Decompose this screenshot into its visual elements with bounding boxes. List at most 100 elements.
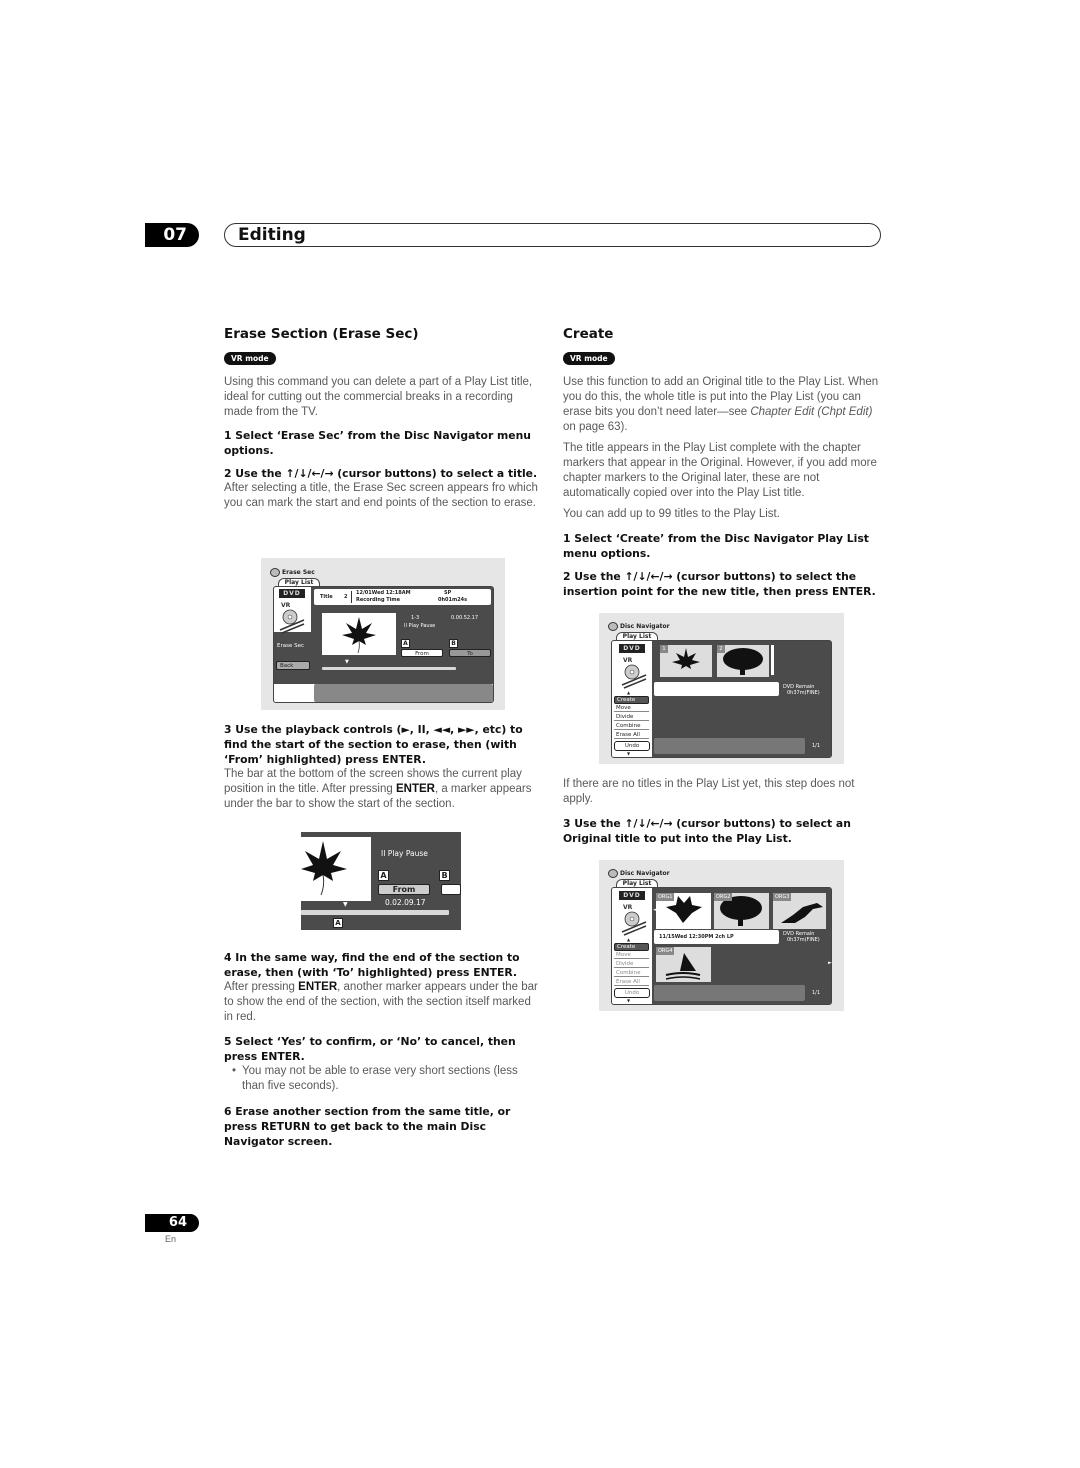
svg-text:VR: VR (623, 904, 633, 911)
cross-reference: Chapter Edit (Chpt Edit) (750, 406, 873, 418)
section-heading: Erase Section (Erase Sec) (224, 326, 419, 342)
intro-text: Use this function to add an Original tit… (563, 375, 879, 435)
original-thumbnail-4[interactable]: ORG4 (656, 947, 711, 982)
original-thumbnail-3[interactable]: ORG3 (773, 893, 826, 929)
marker-b: B (439, 870, 450, 881)
scroll-right-icon[interactable]: ► (828, 960, 832, 966)
thumbnail-label: ORG3 (773, 893, 792, 901)
timecode: 0.02.09.17 (385, 898, 426, 907)
disc-navigator-screen-1: Disc Navigator Play List DVD VR 1 2 DVD … (599, 613, 844, 764)
from-button[interactable]: From (378, 884, 430, 895)
scroll-down-icon[interactable]: ▼ (627, 751, 630, 756)
step-2-note: If there are no titles in the Play List … (563, 778, 855, 805)
scroll-up-icon[interactable]: ▲ (627, 690, 630, 695)
marker-a: A (401, 639, 410, 648)
playlist-thumbnail-2[interactable]: 2 (717, 645, 769, 677)
page-indicator: 1/1 (812, 990, 821, 996)
step-2: 2 Use the ↑/↓/←/→ (cursor buttons) to se… (224, 467, 538, 480)
menu-item-create[interactable]: Create (614, 943, 649, 951)
video-thumbnail (322, 613, 396, 655)
vr-disc-icon: VR (279, 602, 305, 634)
recording-time: 0h01m24s (438, 597, 468, 603)
from-button[interactable]: From (401, 649, 443, 657)
thumbnail-label: ORG1 (656, 893, 675, 901)
step-6: 6 Erase another section from the same ti… (224, 1105, 511, 1148)
dvd-logo: DVD (279, 589, 305, 598)
note-item: You may not be able to erase very short … (232, 1064, 540, 1094)
step-3: 3 Use the ↑/↓/←/→ (cursor buttons) to se… (563, 817, 851, 845)
svg-text:VR: VR (623, 657, 633, 664)
step-1: 1 Select ‘Erase Sec’ from the Disc Navig… (224, 429, 531, 457)
message-strip (314, 684, 493, 702)
menu-item-divide[interactable]: Divide (614, 961, 649, 968)
undo-button[interactable]: Undo (614, 741, 650, 751)
section-heading: Create (563, 326, 614, 342)
step-3: 3 Use the playback controls (►, II, ◄◄, … (224, 723, 523, 766)
screen-title-text: Erase Sec (282, 569, 315, 576)
erase-sec-label: Erase Sec (277, 643, 305, 649)
play-status: II Play Pause (381, 849, 428, 858)
scroll-down-icon[interactable]: ▼ (627, 998, 630, 1003)
dvd-logo: DVD (619, 644, 645, 653)
vr-mode-badge: VR mode (563, 352, 615, 365)
step-5: 5 Select ‘Yes’ to confirm, or ‘No’ to ca… (224, 1035, 516, 1063)
key-name: ENTER (298, 981, 338, 993)
step-2: 2 Use the ↑/↓/←/→ (cursor buttons) to se… (563, 570, 876, 598)
chapter-number: 07 (145, 223, 199, 247)
screen-title-text: Disc Navigator (620, 870, 670, 877)
progress-bar[interactable] (322, 667, 456, 670)
timecode: 0.00.52.17 (451, 615, 479, 621)
recording-time-label: Recording Time (356, 597, 401, 603)
to-button[interactable]: To (449, 649, 491, 657)
step-1: 1 Select ‘Create’ from the Disc Navigato… (563, 532, 869, 560)
vr-disc-icon: VR (621, 904, 647, 936)
video-thumbnail (301, 837, 371, 901)
side-panel (274, 632, 311, 684)
menu-item-erase-all[interactable]: Erase All (614, 732, 649, 739)
step-4-body: After pressing ENTER, another marker app… (224, 980, 540, 1025)
position-marker-icon: ▼ (345, 659, 349, 665)
play-status: II Play Pause (404, 623, 436, 629)
menu-item-combine[interactable]: Combine (614, 723, 649, 730)
scroll-up-icon[interactable]: ▲ (627, 937, 630, 942)
undo-button[interactable]: Undo (614, 988, 650, 998)
create-column: Create VR mode Use this function to add … (563, 326, 879, 607)
step-3-body: The bar at the bottom of the screen show… (224, 767, 540, 812)
step-4: 4 In the same way, find the end of the s… (224, 951, 520, 979)
disc-navigator-screen-2: Disc Navigator Play List DVD VR ◄ ORG1 O… (599, 860, 844, 1011)
screen-title: Erase Sec (270, 568, 315, 577)
step-2-body: After selecting a title, the Erase Sec s… (224, 482, 538, 509)
info-bar (654, 682, 779, 696)
marker-b: B (449, 639, 458, 648)
step-3-block: 3 Use the playback controls (►, II, ◄◄, … (224, 722, 540, 818)
menu-item-erase-all[interactable]: Erase All (614, 979, 649, 986)
menu-item-move[interactable]: Move (614, 952, 649, 959)
original-thumbnail-1[interactable]: ORG1 (656, 893, 711, 929)
page-language: En (165, 1234, 177, 1244)
menu-item-create[interactable]: Create (614, 696, 649, 704)
menu-item-move[interactable]: Move (614, 705, 649, 712)
playlist-thumbnail-1[interactable]: 1 (660, 645, 712, 677)
maple-leaf-image (342, 617, 376, 654)
title-number: 2 (344, 594, 348, 600)
dvd-remain-value: 0h37m(FINE) (787, 690, 820, 696)
key-name: ENTER (395, 783, 435, 795)
disc-navigator-icon (270, 568, 280, 577)
to-button[interactable] (441, 884, 461, 895)
menu-item-divide[interactable]: Divide (614, 714, 649, 721)
original-thumbnail-2[interactable]: ORG2 (714, 893, 769, 929)
menu-item-combine[interactable]: Combine (614, 970, 649, 977)
dvd-remain-value: 0h37m(FINE) (787, 937, 820, 943)
back-button[interactable]: Back (276, 661, 310, 670)
thumbnail-label: ORG4 (656, 947, 675, 955)
recording-date: 12/01Wed 12:18AM (356, 590, 411, 596)
progress-bar[interactable] (301, 910, 449, 915)
chapter-title: Editing (224, 223, 881, 247)
steps-4-6: 4 In the same way, find the end of the s… (224, 950, 540, 1157)
page-number: 64 (145, 1214, 199, 1232)
title-label: Title (320, 594, 333, 600)
erase-detail-screen: II Play Pause A B From 0.02.09.17 ▼ A (301, 832, 461, 930)
vr-disc-icon: VR (621, 657, 647, 689)
screen-title: Disc Navigator (608, 869, 670, 878)
erase-section-column: Erase Section (Erase Sec) VR mode Using … (224, 326, 540, 517)
